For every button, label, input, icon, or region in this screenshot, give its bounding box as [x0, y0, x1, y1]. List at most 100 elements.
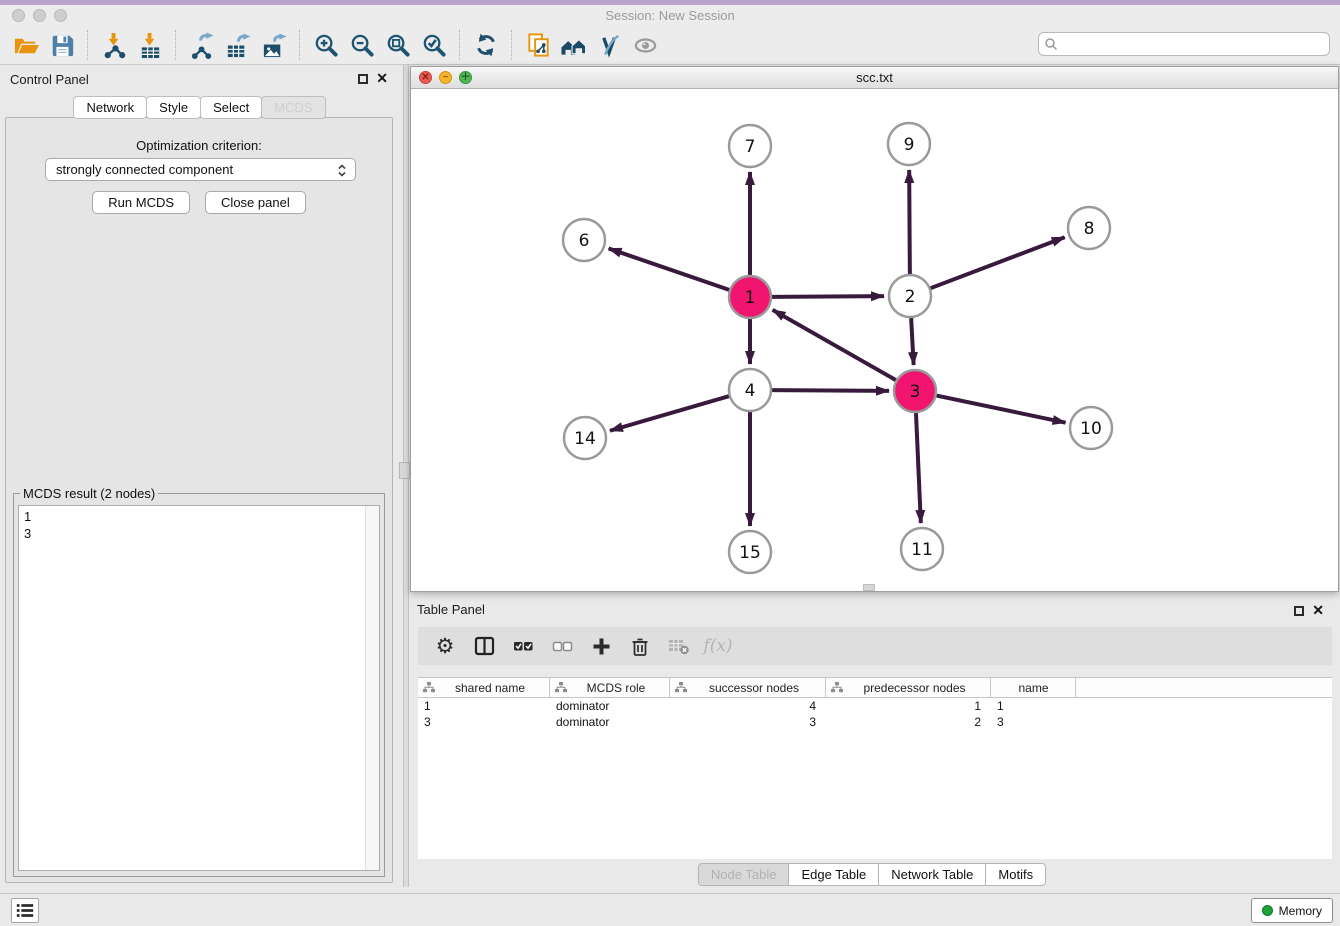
table-panel: Table Panel ✕ ⚙	[405, 597, 1340, 887]
criterion-selected-value: strongly connected component	[56, 162, 233, 177]
edge-2-3[interactable]	[911, 318, 913, 365]
tab-edge-table[interactable]: Edge Table	[788, 863, 879, 886]
column-header-predecessor-nodes[interactable]: predecessor nodes	[826, 678, 991, 697]
splitter-handle[interactable]	[399, 462, 410, 479]
zoom-fit-button[interactable]	[380, 29, 416, 61]
mcds-buttons-row: Run MCDS Close panel	[6, 191, 392, 214]
clone-network-button[interactable]	[520, 29, 556, 61]
edge-3-11[interactable]	[916, 413, 921, 523]
edge-4-14[interactable]	[610, 396, 729, 431]
memory-label: Memory	[1279, 904, 1322, 918]
tab-network-table[interactable]: Network Table	[878, 863, 986, 886]
create-column-button[interactable]	[586, 631, 616, 661]
tab-network[interactable]: Network	[73, 96, 147, 119]
refresh-view-button[interactable]	[468, 29, 504, 61]
canvas-splitter-handle[interactable]	[863, 584, 875, 591]
export-network-icon	[189, 32, 216, 59]
tab-motifs[interactable]: Motifs	[985, 863, 1046, 886]
toolbar-separator	[299, 30, 301, 60]
export-image-button[interactable]	[256, 29, 292, 61]
node-label: 15	[739, 543, 761, 563]
edge-3-10[interactable]	[937, 396, 1066, 423]
edge-1-2[interactable]	[772, 296, 884, 297]
app-home-button[interactable]	[556, 29, 592, 61]
table-options-button[interactable]: ⚙	[430, 631, 460, 661]
edge-2-9[interactable]	[909, 170, 910, 274]
network-window-title: scc.txt	[411, 70, 1338, 85]
edge-1-6[interactable]	[609, 248, 730, 289]
eye-icon	[632, 32, 660, 59]
export-table-button[interactable]	[220, 29, 256, 61]
node-label: 4	[745, 381, 756, 401]
save-session-button[interactable]	[44, 29, 80, 61]
cell-name: 1	[991, 699, 1076, 713]
home-houses-icon	[559, 32, 589, 59]
result-scrollbar[interactable]	[365, 506, 379, 870]
open-file-button[interactable]	[8, 29, 44, 61]
memory-status-icon	[1262, 905, 1273, 916]
node-label: 10	[1080, 419, 1102, 439]
search-input[interactable]	[1038, 32, 1330, 56]
run-mcds-button[interactable]: Run MCDS	[92, 191, 190, 214]
import-network-button[interactable]	[96, 29, 132, 61]
close-panel-button[interactable]: Close panel	[205, 191, 306, 214]
cell-predecessor-nodes: 1	[826, 699, 991, 713]
node-label: 6	[579, 231, 590, 251]
save-icon	[49, 32, 75, 58]
mcds-result-text[interactable]: 1 3	[18, 505, 380, 871]
tab-node-table[interactable]: Node Table	[698, 863, 790, 886]
table-row[interactable]: 3dominator323	[418, 714, 1332, 730]
select-chevrons-icon	[335, 162, 349, 179]
float-panel-icon[interactable]	[358, 74, 368, 84]
column-tree-icon	[831, 682, 843, 693]
tab-mcds[interactable]: MCDS	[261, 96, 325, 119]
control-panel-title: Control Panel	[10, 72, 89, 87]
show-columns-button[interactable]	[469, 631, 499, 661]
refresh-icon	[473, 32, 499, 58]
network-window-titlebar[interactable]: ✕ − ＋ scc.txt	[411, 67, 1338, 89]
column-header-successor-nodes[interactable]: successor nodes	[670, 678, 826, 697]
import-table-button[interactable]	[132, 29, 168, 61]
cell-successor-nodes: 3	[670, 715, 826, 729]
function-builder-button-disabled: f(x)	[703, 631, 733, 661]
network-graph: 7968124314101511	[411, 89, 1338, 591]
zoom-selected-button[interactable]	[416, 29, 452, 61]
hide-graphics-details-button[interactable]	[592, 29, 628, 61]
task-history-button[interactable]	[11, 898, 39, 923]
table-row[interactable]: 1dominator411	[418, 698, 1332, 714]
show-hide-button[interactable]	[628, 29, 664, 61]
result-lines: 1 3	[24, 509, 31, 541]
tab-style[interactable]: Style	[146, 96, 201, 119]
memory-button[interactable]: Memory	[1251, 898, 1333, 923]
column-header-shared-name[interactable]: shared name	[418, 678, 550, 697]
network-canvas[interactable]: 7968124314101511	[411, 89, 1338, 591]
network-view-window: ✕ − ＋ scc.txt 7968124314101511	[410, 66, 1339, 592]
float-table-panel-icon[interactable]	[1294, 606, 1304, 616]
column-header-name[interactable]: name	[991, 678, 1076, 697]
zoom-in-button[interactable]	[308, 29, 344, 61]
deselect-all-button[interactable]	[547, 631, 577, 661]
column-header-mcds-role[interactable]: MCDS role	[550, 678, 670, 697]
export-network-button[interactable]	[184, 29, 220, 61]
copy-network-file-icon	[525, 32, 552, 59]
main-titlebar: Session: New Session	[0, 5, 1340, 27]
criterion-select[interactable]: strongly connected component	[45, 158, 356, 181]
node-label: 9	[904, 135, 915, 155]
edge-3-1[interactable]	[773, 310, 896, 380]
column-tree-icon	[555, 682, 567, 693]
cell-mcds-role: dominator	[550, 715, 670, 729]
select-all-button[interactable]	[508, 631, 538, 661]
delete-column-button[interactable]	[625, 631, 655, 661]
close-table-panel-icon[interactable]: ✕	[1312, 602, 1324, 618]
zoom-out-icon	[349, 32, 376, 59]
edge-4-3[interactable]	[772, 390, 889, 391]
tab-select[interactable]: Select	[200, 96, 262, 119]
status-bar: Memory	[0, 893, 1340, 926]
import-network-icon	[101, 32, 128, 59]
main-toolbar	[0, 26, 1340, 65]
edge-2-8[interactable]	[931, 237, 1065, 288]
cell-shared-name: 1	[418, 699, 550, 713]
export-table-icon	[225, 32, 252, 59]
zoom-out-button[interactable]	[344, 29, 380, 61]
close-panel-icon[interactable]: ✕	[376, 70, 388, 86]
